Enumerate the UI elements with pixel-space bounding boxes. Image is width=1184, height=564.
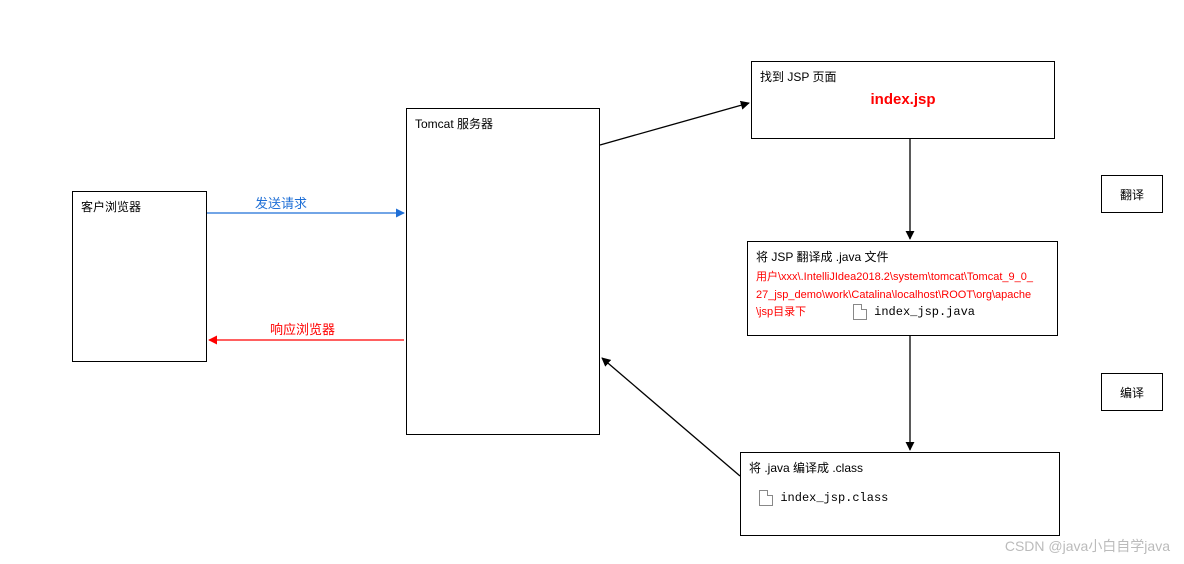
compile-filename: index_jsp.class [780, 491, 888, 505]
arrow-label-response: 响应浏览器 [270, 319, 335, 338]
tomcat-server-label: Tomcat 服务器 [415, 117, 493, 131]
find-jsp-filename: index.jsp [870, 91, 935, 108]
side-translate-label: 翻译 [1120, 186, 1144, 203]
box-translate-jsp: 将 JSP 翻译成 .java 文件 用户\xxx\.IntelliJIdea2… [747, 241, 1058, 336]
box-client-browser: 客户浏览器 [72, 191, 207, 362]
translate-filename: index_jsp.java [874, 305, 975, 319]
translate-label: 将 JSP 翻译成 .java 文件 [756, 248, 1049, 265]
watermark: CSDN @java小白自学java [1005, 536, 1170, 556]
translate-path-line1: 用户\xxx\.IntelliJIdea2018.2\system\tomcat… [756, 269, 1049, 287]
arrow-compile-to-tomcat [602, 358, 740, 476]
box-tomcat-server: Tomcat 服务器 [406, 108, 600, 435]
box-side-translate: 翻译 [1101, 175, 1163, 213]
box-side-compile: 编译 [1101, 373, 1163, 411]
box-find-jsp-page: 找到 JSP 页面 index.jsp [751, 61, 1055, 139]
translate-path-line2: 27_jsp_demo\work\Catalina\localhost\ROOT… [756, 287, 1049, 305]
file-icon [853, 304, 867, 320]
box-compile-java: 将 .java 编译成 .class index_jsp.class [740, 452, 1060, 536]
find-jsp-label: 找到 JSP 页面 [760, 70, 836, 84]
client-browser-label: 客户浏览器 [81, 200, 141, 214]
side-compile-label: 编译 [1120, 384, 1144, 401]
translate-path-line3: \jsp目录下 [756, 306, 806, 318]
file-icon [759, 490, 773, 506]
arrow-tomcat-to-findjsp [600, 103, 749, 145]
compile-label: 将 .java 编译成 .class [749, 459, 1051, 476]
arrow-label-request: 发送请求 [255, 193, 307, 212]
